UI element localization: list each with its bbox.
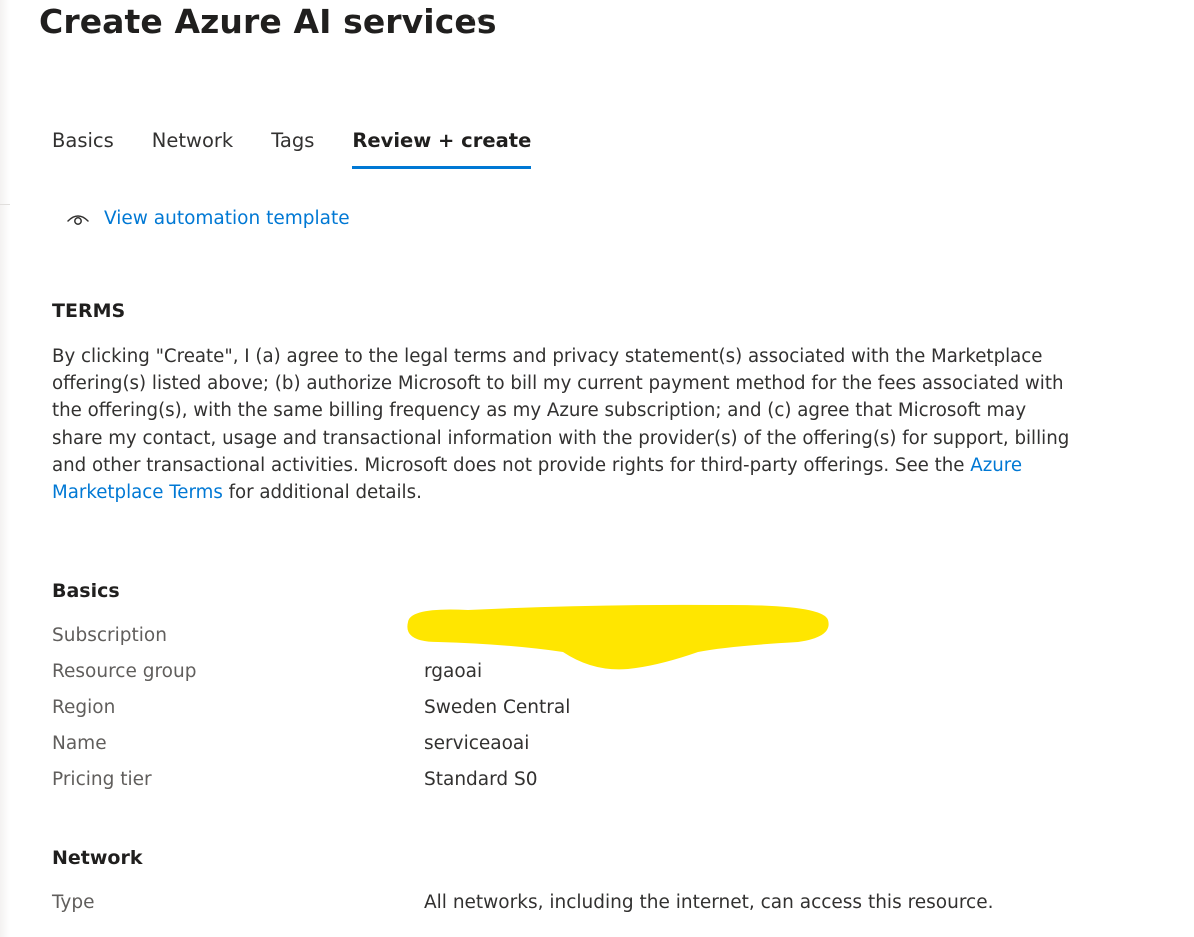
terms-text: By clicking "Create", I (a) agree to the… (52, 343, 1072, 506)
tab-bar: Basics Network Tags Review + create (52, 129, 569, 169)
summary-label: Name (52, 733, 107, 754)
summary-label: Region (52, 697, 116, 718)
tab-tags[interactable]: Tags (271, 129, 314, 169)
view-automation-template-label: View automation template (104, 207, 350, 229)
summary-value: serviceaoai (424, 733, 530, 754)
view-automation-template-link[interactable]: View automation template (66, 206, 350, 230)
tab-review-create[interactable]: Review + create (352, 129, 531, 169)
summary-value: Sweden Central (424, 697, 571, 718)
summary-label: Subscription (52, 625, 167, 646)
redaction-highlight (407, 604, 829, 670)
page-title: Create Azure AI services (39, 2, 497, 41)
summary-label: Type (52, 892, 95, 913)
summary-label: Resource group (52, 661, 197, 682)
tab-basics[interactable]: Basics (52, 129, 114, 169)
more-options-icon[interactable]: ··· (470, 9, 488, 28)
summary-value: All networks, including the internet, ca… (424, 892, 994, 913)
left-panel-edge (0, 0, 10, 937)
basics-heading: Basics (52, 580, 120, 602)
summary-value: Standard S0 (424, 769, 538, 790)
tab-network[interactable]: Network (152, 129, 233, 169)
terms-text-after-link: for additional details. (222, 482, 422, 504)
terms-heading: TERMS (52, 300, 126, 322)
network-heading: Network (52, 847, 143, 869)
left-panel-divider (0, 204, 10, 205)
page: Create Azure AI services ··· Basics Netw… (0, 0, 1194, 937)
terms-text-before-link: By clicking "Create", I (a) agree to the… (52, 346, 1070, 476)
eye-icon (67, 215, 89, 225)
summary-label: Pricing tier (52, 769, 152, 790)
